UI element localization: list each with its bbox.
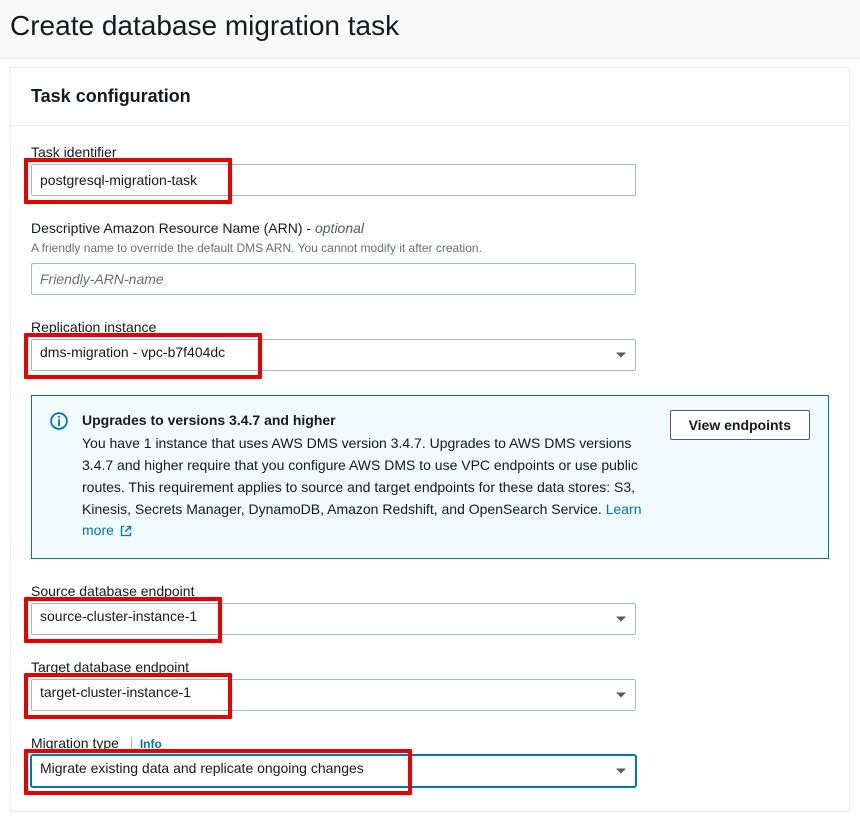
alert-body: Upgrades to versions 3.4.7 and higher Yo… — [82, 410, 656, 544]
external-link-icon — [120, 522, 132, 544]
upgrade-alert: Upgrades to versions 3.4.7 and higher Yo… — [31, 395, 829, 559]
arn-label: Descriptive Amazon Resource Name (ARN) -… — [31, 220, 829, 236]
panel-header: Task configuration — [11, 68, 849, 126]
page-header: Create database migration task — [0, 0, 860, 59]
arn-input[interactable] — [31, 263, 636, 295]
page-title: Create database migration task — [10, 10, 850, 42]
source-endpoint-label: Source database endpoint — [31, 583, 829, 599]
arn-field: Descriptive Amazon Resource Name (ARN) -… — [31, 220, 829, 295]
alert-actions: View endpoints — [670, 410, 810, 440]
target-endpoint-label: Target database endpoint — [31, 659, 829, 675]
task-identifier-label: Task identifier — [31, 144, 829, 160]
arn-hint: A friendly name to override the default … — [31, 240, 829, 257]
replication-instance-select[interactable]: dms-migration - vpc-b7f404dc — [31, 339, 636, 371]
target-endpoint-select[interactable]: target-cluster-instance-1 — [31, 679, 636, 711]
task-identifier-field: Task identifier — [31, 144, 829, 196]
target-endpoint-field: Target database endpoint target-cluster-… — [31, 659, 829, 711]
replication-instance-field: Replication instance dms-migration - vpc… — [31, 319, 829, 371]
task-identifier-input[interactable] — [31, 164, 636, 196]
arn-optional: optional — [315, 220, 364, 236]
arn-label-text: Descriptive Amazon Resource Name (ARN) - — [31, 220, 315, 236]
migration-type-label-text: Migration type — [31, 735, 119, 751]
panel-body: Task identifier Descriptive Amazon Resou… — [11, 126, 849, 811]
alert-title: Upgrades to versions 3.4.7 and higher — [82, 410, 656, 432]
info-icon — [50, 412, 68, 433]
panel-title: Task configuration — [31, 86, 829, 107]
info-link[interactable]: Info — [131, 737, 162, 751]
source-endpoint-select[interactable]: source-cluster-instance-1 — [31, 603, 636, 635]
source-endpoint-field: Source database endpoint source-cluster-… — [31, 583, 829, 635]
alert-text: You have 1 instance that uses AWS DMS ve… — [82, 435, 638, 516]
task-config-panel: Task configuration Task identifier Descr… — [10, 67, 850, 812]
migration-type-label: Migration type Info — [31, 735, 829, 751]
view-endpoints-button[interactable]: View endpoints — [670, 410, 810, 440]
migration-type-select[interactable]: Migrate existing data and replicate ongo… — [31, 755, 636, 787]
replication-instance-label: Replication instance — [31, 319, 829, 335]
migration-type-field: Migration type Info Migrate existing dat… — [31, 735, 829, 787]
